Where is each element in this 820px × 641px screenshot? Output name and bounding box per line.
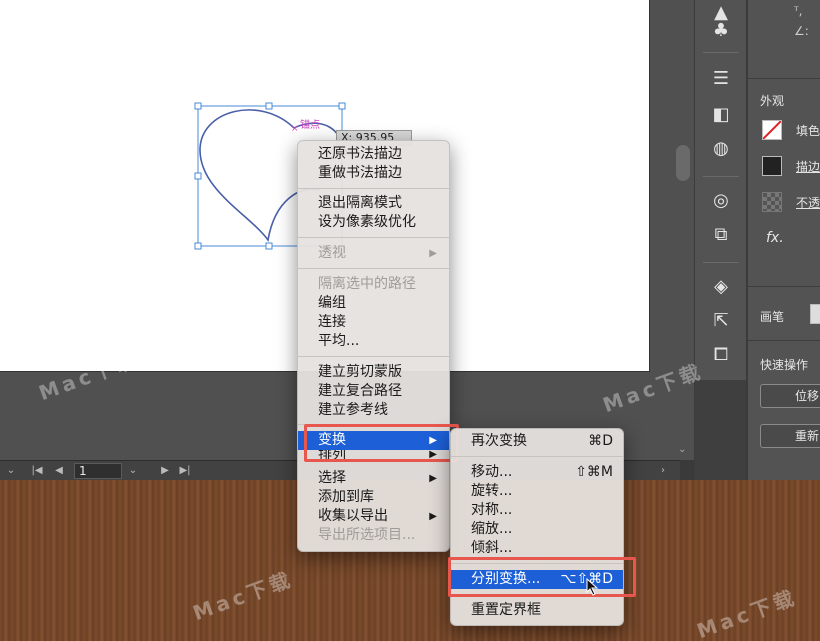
rearrange-button[interactable]: 重新 [760, 424, 820, 448]
graphic-styles-icon[interactable]: ⧉ [707, 222, 735, 248]
bbox-handle [265, 242, 273, 250]
fx-icon[interactable]: fx. [766, 230, 784, 246]
bbox-handle [338, 102, 346, 110]
club-icon[interactable]: ♣ [707, 18, 735, 44]
anchor-point-label: 锚点 [300, 120, 320, 131]
page-number-input[interactable]: 1 [74, 463, 122, 479]
gradient-icon[interactable]: ◧ [707, 102, 735, 128]
menu-item-redo-calligraphy[interactable]: 重做书法描边 [298, 164, 449, 183]
brush-label: 画笔 [760, 310, 785, 324]
appearance-heading: 外观 [760, 94, 785, 108]
bbox-handle [194, 242, 202, 250]
menu-separator [451, 456, 623, 457]
menu-separator [298, 237, 449, 238]
menu-item-undo-calligraphy[interactable]: 还原书法描边 [298, 145, 449, 164]
divider [748, 340, 820, 341]
menu-separator [298, 356, 449, 357]
menu-item-perspective-label: 透视 [318, 245, 346, 261]
panel-icon-strip: ▲ ♣ ☰ ◧ ◍ ◎ ⧉ ◈ ⇱ ⧠ [694, 0, 746, 380]
quick-actions-heading: 快速操作 [760, 358, 809, 372]
menu-separator [298, 268, 449, 269]
anchor-marker: × [291, 124, 299, 134]
page-dropdown-icon[interactable]: ⌄ [126, 463, 140, 479]
divider [703, 52, 739, 53]
stroke-label[interactable]: 描边 [796, 158, 820, 175]
first-page-icon[interactable]: |◀ [30, 463, 44, 479]
menu-item-make-guides[interactable]: 建立参考线 [298, 401, 449, 420]
submenu-arrow-icon: ▶ [429, 511, 437, 522]
transform-again-shortcut: ⌘D [588, 433, 613, 449]
appearance-icon[interactable]: ◎ [707, 188, 735, 214]
menu-item-add-to-library[interactable]: 添加到库 [298, 488, 449, 507]
scroll-right-icon[interactable]: › [656, 463, 670, 479]
transform-again-label: 再次变换 [471, 433, 527, 449]
divider [703, 262, 739, 263]
annotation-highlight-box [448, 557, 636, 597]
bbox-handle [194, 102, 202, 110]
menu-item-group[interactable]: 编组 [298, 294, 449, 313]
submenu-item-shear[interactable]: 倾斜... [451, 539, 623, 558]
offset-path-button[interactable]: 位移 [760, 384, 820, 408]
fill-label[interactable]: 填色 [796, 122, 820, 139]
menu-item-collect-export-label: 收集以导出 [318, 508, 388, 524]
menu-item-compound-path[interactable]: 建立复合路径 [298, 382, 449, 401]
submenu-arrow-icon: ▶ [429, 248, 437, 259]
bbox-handle [194, 172, 202, 180]
divider [748, 78, 820, 79]
move-shortcut: ⇧⌘M [575, 464, 613, 480]
divider [703, 176, 739, 177]
zoom-dropdown-icon[interactable]: ⌄ [4, 463, 18, 479]
mouse-cursor-icon [586, 578, 599, 596]
menu-item-exit-isolation[interactable]: 退出隔离模式 [298, 194, 449, 213]
panel-strip-empty [694, 380, 746, 480]
last-page-icon[interactable]: ▶| [178, 463, 192, 479]
context-menu: 还原书法描边 重做书法描边 退出隔离模式 设为像素级优化 透视 ▶ 隔离选中的路径… [297, 140, 450, 552]
properties-panel: ᵀ, ∠: 外观 填色 描边 不透 fx. 画笔 快速操作 位移 重新 [747, 0, 820, 480]
scroll-down-icon[interactable]: ⌄ [678, 444, 686, 455]
menu-item-pixel-optimize[interactable]: 设为像素级优化 [298, 213, 449, 232]
menu-item-perspective: 透视 ▶ [298, 244, 449, 263]
menu-item-collect-export[interactable]: 收集以导出 ▶ [298, 507, 449, 526]
menu-separator [298, 188, 449, 189]
submenu-item-scale[interactable]: 缩放... [451, 520, 623, 539]
annotation-highlight-box [304, 424, 459, 462]
angle-icon: ∠: [794, 24, 809, 38]
opacity-label[interactable]: 不透 [796, 194, 820, 211]
move-label: 移动... [471, 464, 513, 480]
menu-item-select-label: 选择 [318, 470, 346, 486]
menu-item-select[interactable]: 选择 ▶ [298, 469, 449, 488]
none-fill-icon [762, 120, 782, 140]
brush-dropdown[interactable] [810, 304, 820, 324]
submenu-item-move[interactable]: 移动... ⇧⌘M [451, 463, 623, 482]
submenu-item-rotate[interactable]: 旋转... [451, 482, 623, 501]
fill-swatch[interactable] [762, 120, 782, 140]
opacity-swatch[interactable] [762, 192, 782, 212]
align-icon[interactable]: ☰ [707, 66, 735, 92]
divider [748, 286, 820, 287]
menu-item-join[interactable]: 连接 [298, 313, 449, 332]
corner-icon: ᵀ, [794, 4, 803, 18]
vertical-scrollbar-thumb[interactable] [676, 145, 690, 181]
submenu-item-transform-again[interactable]: 再次变换 ⌘D [451, 432, 623, 451]
menu-item-clipping-mask[interactable]: 建立剪切蒙版 [298, 363, 449, 382]
artboards-icon[interactable]: ⧠ [707, 342, 735, 368]
transparency-icon[interactable]: ◍ [707, 136, 735, 162]
next-page-icon[interactable]: ▶ [158, 463, 172, 479]
menu-item-export-selection: 导出所选项目... [318, 527, 416, 543]
submenu-item-reset-bounding-box[interactable]: 重置定界框 [451, 601, 623, 620]
submenu-arrow-icon: ▶ [429, 473, 437, 484]
stroke-swatch[interactable] [762, 156, 782, 176]
menu-item-average[interactable]: 平均... [298, 332, 449, 351]
layers-icon[interactable]: ◈ [707, 274, 735, 300]
menu-item-isolate-path: 隔离选中的路径 [318, 276, 416, 292]
prev-page-icon[interactable]: ◀ [52, 463, 66, 479]
bbox-handle [265, 102, 273, 110]
submenu-item-reflect[interactable]: 对称... [451, 501, 623, 520]
export-icon[interactable]: ⇱ [707, 308, 735, 334]
